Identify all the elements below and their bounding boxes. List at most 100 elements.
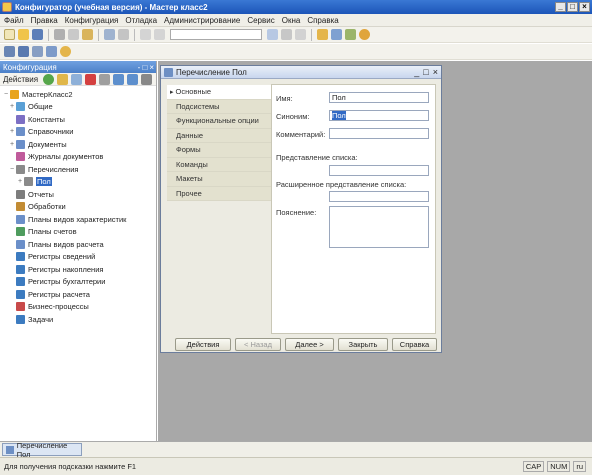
tree-item[interactable]: − МастерКласс2 <box>0 88 156 101</box>
dialog-maximize-button[interactable]: □ <box>423 67 428 77</box>
open-folder-icon[interactable] <box>18 29 29 40</box>
dialog-close-button[interactable]: × <box>433 67 438 77</box>
synonym-field[interactable]: Пол <box>329 110 429 121</box>
debug-icon[interactable] <box>331 29 342 40</box>
enterprise-icon[interactable] <box>60 46 71 57</box>
toolbar-separator <box>311 28 312 41</box>
maximize-button[interactable]: □ <box>567 2 578 12</box>
add-icon[interactable] <box>43 73 55 85</box>
undo-icon[interactable] <box>140 29 151 40</box>
tab-templates[interactable]: Макеты <box>167 172 271 187</box>
tree-item[interactable]: Регистры расчета <box>0 288 156 301</box>
syntax-helper-icon[interactable] <box>317 29 328 40</box>
config-tree-icon[interactable] <box>4 46 15 57</box>
tree-expander-icon[interactable]: + <box>8 103 16 110</box>
tree-item[interactable]: − Перечисления <box>0 163 156 176</box>
actions-button[interactable]: Действия <box>175 338 231 351</box>
tree-expander-icon[interactable]: − <box>8 166 16 173</box>
explanation-field[interactable] <box>329 206 429 248</box>
help-icon[interactable] <box>359 29 370 40</box>
tree-item[interactable]: Регистры накопления <box>0 263 156 276</box>
search-combo[interactable] <box>170 29 262 40</box>
panel-close-button[interactable]: × <box>149 63 154 72</box>
cut-icon[interactable] <box>54 29 65 40</box>
tree-item[interactable]: Бизнес-процессы <box>0 301 156 314</box>
tree-expander-icon[interactable]: + <box>16 178 24 185</box>
menu-edit[interactable]: Правка <box>31 16 58 25</box>
help-button[interactable]: Справка <box>392 338 437 351</box>
tree-expander-icon[interactable]: − <box>2 91 10 98</box>
run-icon[interactable] <box>345 29 356 40</box>
panel-restore-button[interactable]: - □ <box>138 63 148 72</box>
config-toolbar <box>0 44 592 60</box>
close-dialog-button[interactable]: Закрыть <box>338 338 388 351</box>
next-button[interactable]: Далее > <box>285 338 334 351</box>
db-icon[interactable] <box>46 46 57 57</box>
tree-item-label: Обработки <box>28 202 66 212</box>
save-icon[interactable] <box>32 29 43 40</box>
properties-icon[interactable] <box>99 73 111 85</box>
tab-data[interactable]: Данные <box>167 128 271 143</box>
tree-item[interactable]: Журналы документов <box>0 151 156 164</box>
find-icon[interactable] <box>267 29 278 40</box>
configuration-panel-header: Конфигурация - □ × <box>0 61 156 73</box>
tab-commands[interactable]: Команды <box>167 157 271 172</box>
print-icon[interactable] <box>104 29 115 40</box>
menu-windows[interactable]: Окна <box>282 16 301 25</box>
actions-menu[interactable]: Действия <box>3 75 38 84</box>
menu-administration[interactable]: Администрирование <box>164 16 240 25</box>
close-button[interactable]: × <box>579 2 590 12</box>
update-db-icon[interactable] <box>32 46 43 57</box>
copy-item-icon[interactable] <box>71 73 83 85</box>
tab-forms[interactable]: Формы <box>167 143 271 158</box>
comment-field[interactable] <box>329 128 429 139</box>
tree-item[interactable]: Регистры бухгалтерии <box>0 276 156 289</box>
tab-subsystems[interactable]: Подсистемы <box>167 99 271 114</box>
menu-service[interactable]: Сервис <box>247 16 274 25</box>
find-next-icon[interactable] <box>281 29 292 40</box>
menu-help[interactable]: Справка <box>307 16 338 25</box>
tree-item[interactable]: Планы счетов <box>0 226 156 239</box>
menu-file[interactable]: Файл <box>4 16 24 25</box>
tree-item[interactable]: Обработки <box>0 201 156 214</box>
delete-icon[interactable] <box>85 73 97 85</box>
enumeration-icon <box>164 67 173 77</box>
menu-configuration[interactable]: Конфигурация <box>65 16 119 25</box>
tree-item[interactable]: Планы видов характеристик <box>0 213 156 226</box>
tree-item[interactable]: + Пол <box>0 176 156 189</box>
tree-item[interactable]: + Справочники <box>0 126 156 139</box>
tree-expander-icon[interactable]: + <box>8 128 16 135</box>
name-field[interactable]: Пол <box>329 92 429 103</box>
tree-item[interactable]: Отчеты <box>0 188 156 201</box>
replace-icon[interactable] <box>295 29 306 40</box>
copy-icon[interactable] <box>68 29 79 40</box>
tree-item[interactable]: Планы видов расчета <box>0 238 156 251</box>
sort-icon[interactable] <box>141 73 153 85</box>
back-button[interactable]: < Назад <box>235 338 281 351</box>
dialog-minimize-button[interactable]: _ <box>414 67 419 77</box>
move-down-icon[interactable] <box>127 73 139 85</box>
paste-icon[interactable] <box>82 29 93 40</box>
tab-main[interactable]: Основные <box>167 85 271 100</box>
save-config-icon[interactable] <box>18 46 29 57</box>
tab-functional-options[interactable]: Функциональные опции <box>167 114 271 129</box>
tree-item[interactable]: Задачи <box>0 313 156 326</box>
explanation-label: Пояснение: <box>276 208 317 217</box>
move-up-icon[interactable] <box>113 73 125 85</box>
redo-icon[interactable] <box>154 29 165 40</box>
extended-list-presentation-field[interactable] <box>329 191 429 202</box>
new-document-icon[interactable] <box>4 29 15 40</box>
tree-item[interactable]: + Общие <box>0 101 156 114</box>
menu-debug[interactable]: Отладка <box>125 16 157 25</box>
tree-item-label: Задачи <box>28 314 54 324</box>
tab-other[interactable]: Прочее <box>167 186 271 201</box>
tree-item[interactable]: Регистры сведений <box>0 251 156 264</box>
tree-item[interactable]: Константы <box>0 113 156 126</box>
minimize-button[interactable]: _ <box>555 2 566 12</box>
list-presentation-field[interactable] <box>329 165 429 176</box>
tree-item[interactable]: + Документы <box>0 138 156 151</box>
preview-icon[interactable] <box>118 29 129 40</box>
taskbar-item[interactable]: Перечисление Пол <box>2 441 82 459</box>
edit-icon[interactable] <box>57 73 69 85</box>
tree-expander-icon[interactable]: + <box>8 141 16 148</box>
